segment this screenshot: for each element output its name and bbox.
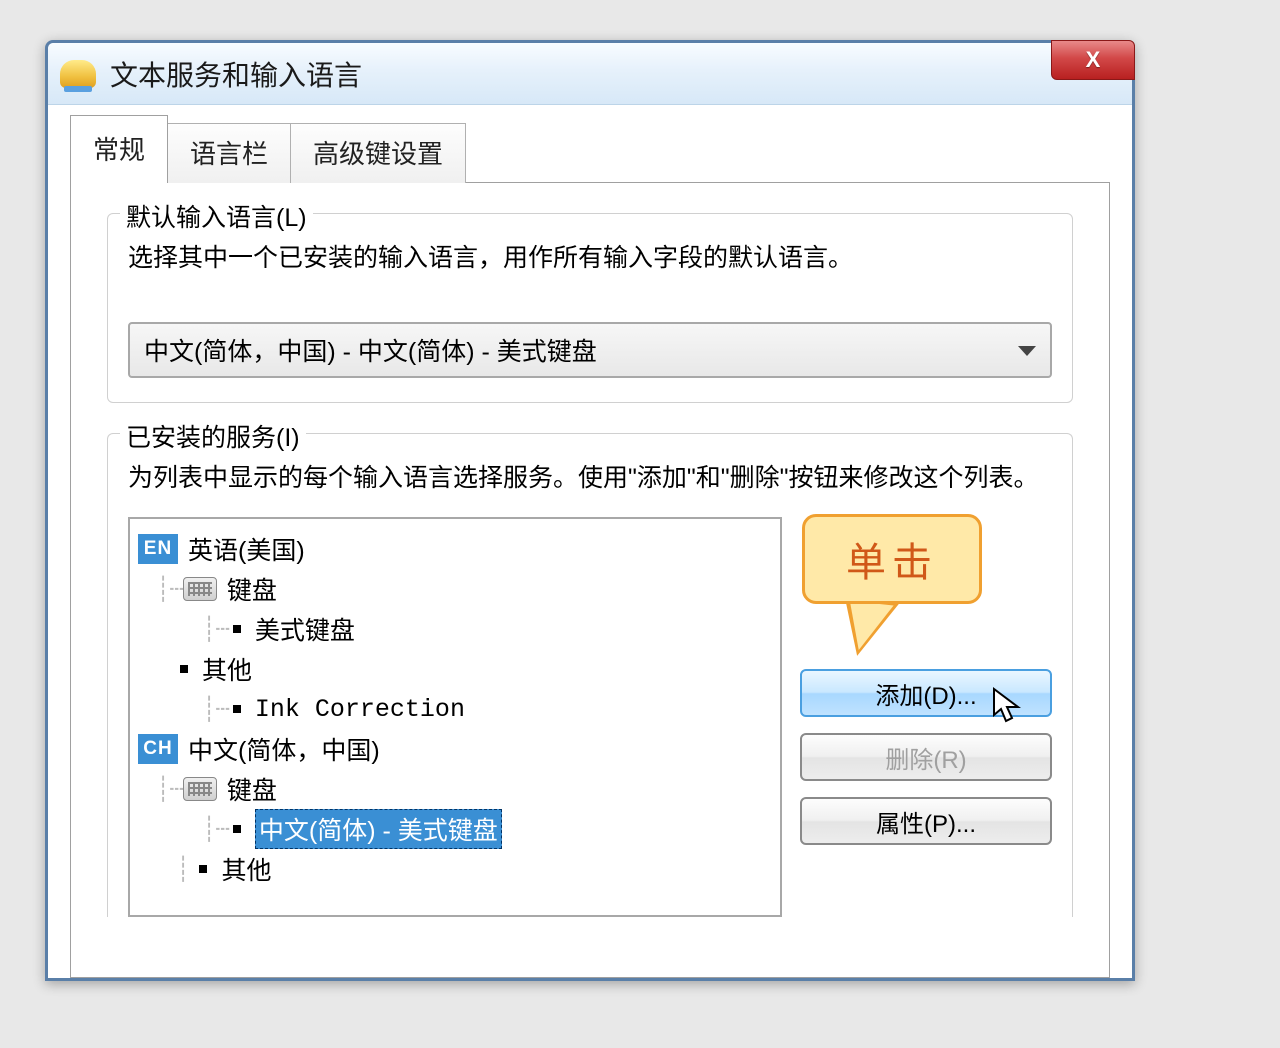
properties-button[interactable]: 属性(P)... — [800, 797, 1052, 845]
client-area: 常规 语言栏 高级键设置 默认输入语言(L) 选择其中一个已安装的输入语言，用作… — [48, 105, 1132, 978]
tree-other-group[interactable]: 其他 — [138, 649, 772, 689]
bullet-icon — [180, 665, 188, 673]
tree-label: 中文(简体) - 美式键盘 — [255, 809, 502, 849]
lang-badge-en: EN — [138, 534, 178, 564]
callout-text: 单击 — [846, 530, 938, 588]
select-value: 中文(简体，中国) - 中文(简体) - 美式键盘 — [144, 338, 597, 366]
tree-lang-ch[interactable]: CH 中文(简体，中国) — [138, 729, 772, 769]
titlebar: 文本服务和输入语言 — [48, 43, 1132, 105]
tree-label: 中文(简体，中国) — [188, 731, 380, 767]
window-title: 文本服务和输入语言 — [110, 54, 362, 94]
remove-button[interactable]: 删除(R) — [800, 733, 1052, 781]
bullet-icon — [233, 825, 241, 833]
language-tree[interactable]: EN 英语(美国) ┊┄ 键盘 ┊┄ 美式键盘 — [128, 517, 782, 917]
keyboard-icon — [183, 577, 217, 601]
tree-other-group[interactable]: ┊ 其他 — [138, 849, 772, 889]
group-description: 为列表中显示的每个输入语言选择服务。使用"添加"和"删除"按钮来修改这个列表。 — [128, 460, 1052, 498]
tab-language-bar[interactable]: 语言栏 — [167, 123, 291, 183]
tree-lang-en[interactable]: EN 英语(美国) — [138, 529, 772, 569]
default-language-select[interactable]: 中文(简体，中国) - 中文(简体) - 美式键盘 — [128, 322, 1052, 378]
bullet-icon — [233, 625, 241, 633]
lang-badge-ch: CH — [138, 734, 178, 764]
group-description: 选择其中一个已安装的输入语言，用作所有输入字段的默认语言。 — [128, 240, 1052, 278]
app-icon — [60, 60, 96, 88]
callout-tail-icon — [839, 598, 899, 659]
add-button[interactable]: 添加(D)... — [800, 669, 1052, 717]
tree-kbd-group[interactable]: ┊┄ 键盘 — [138, 769, 772, 809]
bullet-icon — [233, 705, 241, 713]
bullet-icon — [199, 865, 207, 873]
chevron-down-icon — [1018, 346, 1036, 356]
close-button[interactable]: X — [1051, 40, 1135, 80]
close-icon: X — [1086, 47, 1101, 73]
tab-panel-general: 默认输入语言(L) 选择其中一个已安装的输入语言，用作所有输入字段的默认语言。 … — [70, 182, 1110, 978]
tree-kbd-group[interactable]: ┊┄ 键盘 — [138, 569, 772, 609]
group-legend: 默认输入语言(L) — [120, 198, 313, 234]
tree-label: 其他 — [221, 851, 271, 887]
tree-label: 键盘 — [227, 771, 277, 807]
callout-bubble: 单击 — [802, 514, 982, 604]
group-default-language: 默认输入语言(L) 选择其中一个已安装的输入语言，用作所有输入字段的默认语言。 … — [107, 213, 1073, 403]
dialog-window: X 文本服务和输入语言 常规 语言栏 高级键设置 默认输入语言(L) 选择其中一… — [45, 40, 1135, 981]
keyboard-icon — [183, 777, 217, 801]
tree-item[interactable]: ┊┄ Ink Correction — [138, 689, 772, 729]
tree-label: Ink Correction — [255, 695, 465, 724]
tree-label: 英语(美国) — [188, 531, 305, 567]
tab-strip: 常规 语言栏 高级键设置 — [70, 127, 1110, 183]
group-installed-services: 已安装的服务(I) 为列表中显示的每个输入语言选择服务。使用"添加"和"删除"按… — [107, 433, 1073, 918]
group-legend: 已安装的服务(I) — [120, 418, 306, 454]
tree-label: 美式键盘 — [255, 611, 355, 647]
tree-item-selected[interactable]: ┊┄ 中文(简体) - 美式键盘 — [138, 809, 772, 849]
button-column: 单击 添加(D)... 删除(R) 属性(P)... — [800, 517, 1052, 917]
tree-label: 键盘 — [227, 571, 277, 607]
tab-general[interactable]: 常规 — [70, 115, 168, 183]
tree-label: 其他 — [202, 651, 252, 687]
tree-item[interactable]: ┊┄ 美式键盘 — [138, 609, 772, 649]
tab-advanced-keys[interactable]: 高级键设置 — [290, 123, 466, 183]
